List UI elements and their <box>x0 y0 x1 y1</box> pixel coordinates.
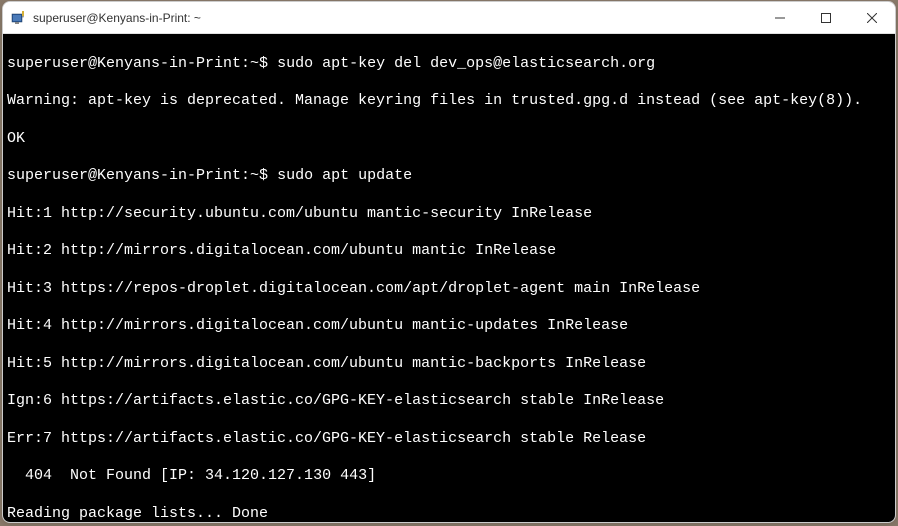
terminal-line: Err:7 https://artifacts.elastic.co/GPG-K… <box>7 430 891 449</box>
terminal-line: Ign:6 https://artifacts.elastic.co/GPG-K… <box>7 392 891 411</box>
terminal-line: Hit:4 http://mirrors.digitalocean.com/ub… <box>7 317 891 336</box>
terminal-line: Hit:5 http://mirrors.digitalocean.com/ub… <box>7 355 891 374</box>
terminal-line: Hit:3 https://repos-droplet.digitalocean… <box>7 280 891 299</box>
terminal-line: 404 Not Found [IP: 34.120.127.130 443] <box>7 467 891 486</box>
minimize-button[interactable] <box>757 2 803 33</box>
terminal-content[interactable]: superuser@Kenyans-in-Print:~$ sudo apt-k… <box>3 34 895 522</box>
prompt-user: superuser@Kenyans-in-Print <box>7 167 241 184</box>
prompt-path: :~$ <box>241 55 268 72</box>
terminal-line: Warning: apt-key is deprecated. Manage k… <box>7 92 891 111</box>
terminal-line: Reading package lists... Done <box>7 505 891 522</box>
close-button[interactable] <box>849 2 895 33</box>
putty-icon <box>11 10 27 26</box>
window-title: superuser@Kenyans-in-Print: ~ <box>33 11 757 25</box>
maximize-button[interactable] <box>803 2 849 33</box>
terminal-line: OK <box>7 130 891 149</box>
prompt-path: :~$ <box>241 167 268 184</box>
window-controls <box>757 2 895 33</box>
terminal-line: superuser@Kenyans-in-Print:~$ sudo apt-k… <box>7 55 891 74</box>
command-text: sudo apt update <box>268 167 412 184</box>
terminal-line: Hit:1 http://security.ubuntu.com/ubuntu … <box>7 205 891 224</box>
titlebar: superuser@Kenyans-in-Print: ~ <box>3 2 895 34</box>
prompt-user: superuser@Kenyans-in-Print <box>7 55 241 72</box>
terminal-line: Hit:2 http://mirrors.digitalocean.com/ub… <box>7 242 891 261</box>
terminal-line: superuser@Kenyans-in-Print:~$ sudo apt u… <box>7 167 891 186</box>
command-text: sudo apt-key del dev_ops@elasticsearch.o… <box>268 55 655 72</box>
terminal-window: superuser@Kenyans-in-Print: ~ superuser@… <box>2 1 896 523</box>
